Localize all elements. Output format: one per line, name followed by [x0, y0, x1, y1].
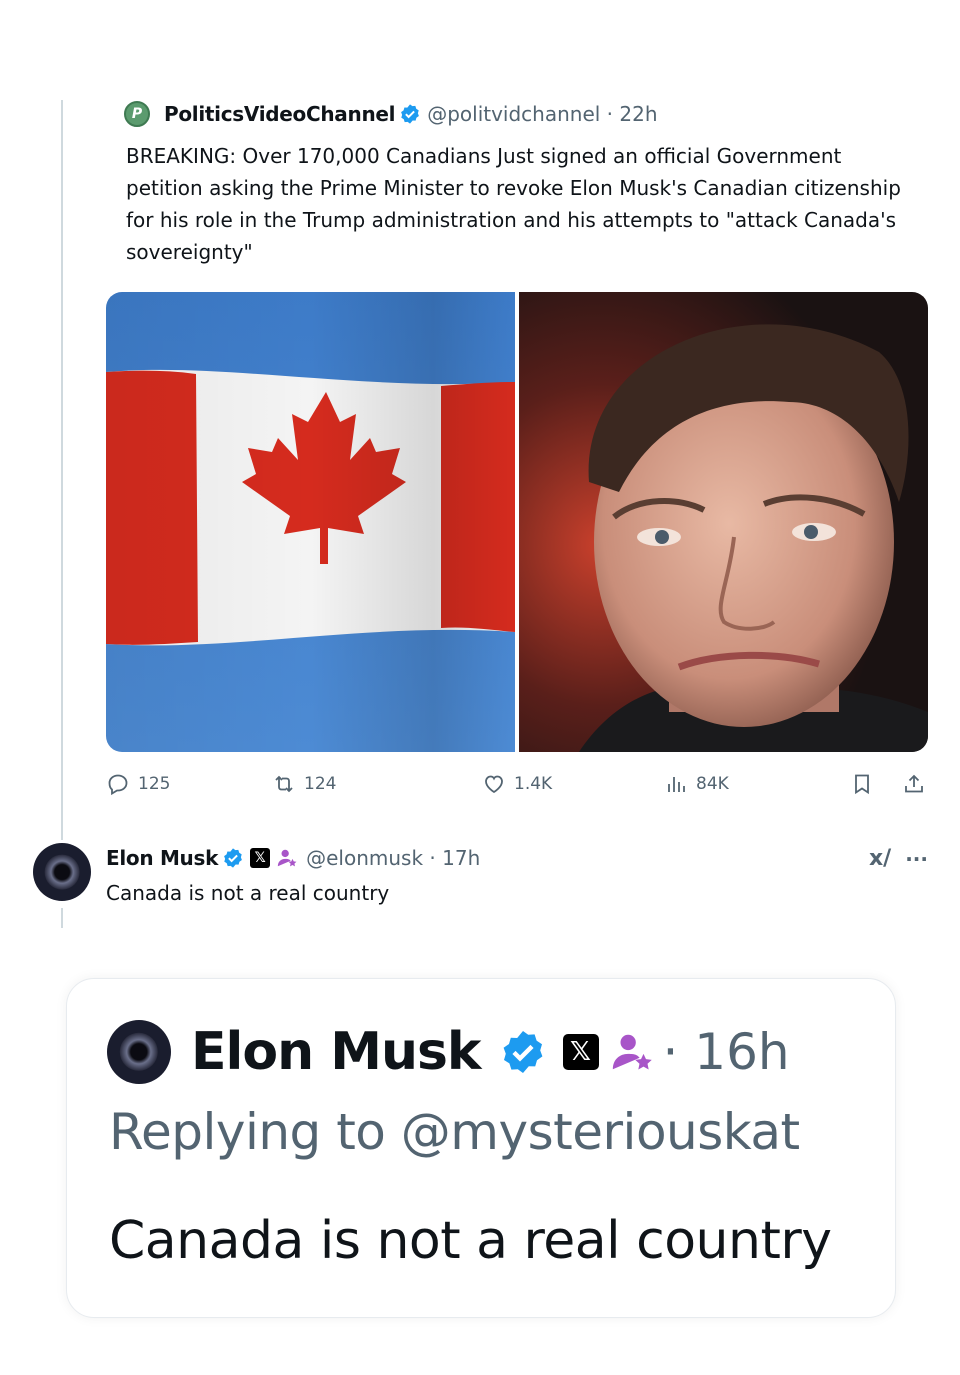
more-options-icon[interactable]: ···	[905, 847, 928, 871]
zoomed-reply-card: Elon Musk 𝕏 · 16h Replying to @mysteriou…	[66, 978, 896, 1318]
card-replying-to[interactable]: Replying to @mysteriouskat	[109, 1103, 800, 1161]
verified-badge-icon	[224, 848, 243, 868]
card-timestamp: · 16h	[662, 1023, 790, 1081]
card-text: Canada is not a real country	[109, 1211, 832, 1271]
like-icon	[485, 775, 503, 794]
reply-count: 125	[138, 774, 171, 794]
share-icon	[905, 774, 923, 793]
reply-author-name[interactable]: Elon Musk	[106, 846, 218, 870]
reply-header: Elon Musk 𝕏 @elonmusk · 17h	[106, 838, 928, 878]
views-count: 84K	[696, 774, 729, 794]
reply-handle-time[interactable]: @elonmusk · 17h	[306, 846, 480, 870]
verified-badge-icon	[503, 1031, 542, 1073]
card-author-avatar[interactable]	[107, 1020, 171, 1084]
elon-musk-portrait-image[interactable]	[519, 292, 928, 752]
thread-connector	[61, 100, 63, 840]
share-button[interactable]	[902, 772, 926, 796]
reply-post[interactable]: Elon Musk 𝕏 @elonmusk · 17h Canada is no…	[106, 838, 928, 908]
reply-author-avatar[interactable]	[33, 843, 91, 901]
post-text: BREAKING: Over 170,000 Canadians Just si…	[126, 144, 901, 264]
avatar-letter: P	[131, 106, 143, 122]
original-post[interactable]: P PoliticsVideoChannel @politvidchannel …	[106, 96, 928, 268]
post-media[interactable]	[106, 292, 928, 752]
author-name[interactable]: PoliticsVideoChannel	[164, 102, 396, 126]
post-header: P PoliticsVideoChannel @politvidchannel …	[106, 96, 928, 132]
views-action[interactable]: 84K	[664, 772, 729, 796]
canada-flag-image[interactable]	[106, 292, 515, 752]
grok-icon[interactable]: x/	[869, 846, 891, 871]
avatar-graphic	[119, 1032, 159, 1072]
author-avatar[interactable]: P	[124, 101, 150, 127]
verified-badge-icon	[401, 104, 420, 124]
reply-icon	[108, 774, 128, 796]
post-action-bar: 125 124 1.4K 84K	[106, 772, 928, 808]
repost-action[interactable]: 124	[272, 772, 336, 796]
author-handle-time[interactable]: @politvidchannel · 22h	[427, 102, 657, 126]
card-author-name[interactable]: Elon Musk	[191, 1022, 481, 1082]
affiliate-person-icon	[612, 1034, 652, 1070]
reply-tools: x/ ···	[869, 846, 928, 871]
bookmark-icon	[855, 774, 869, 795]
x-affiliate-badge-icon: 𝕏	[250, 848, 271, 868]
bookmark-button[interactable]	[850, 772, 874, 796]
like-action[interactable]: 1.4K	[482, 772, 552, 796]
affiliate-person-icon	[277, 849, 297, 867]
avatar-graphic	[44, 854, 80, 890]
thread-connector-lower	[61, 908, 63, 928]
reply-text: Canada is not a real country	[106, 881, 390, 905]
x-affiliate-badge-icon: 𝕏	[562, 1034, 599, 1070]
repost-count: 124	[304, 774, 337, 794]
repost-icon	[275, 775, 293, 793]
card-header: Elon Musk 𝕏 · 16h	[107, 1017, 790, 1087]
like-count: 1.4K	[514, 774, 553, 794]
reply-action[interactable]: 125	[106, 772, 170, 796]
views-icon	[668, 777, 685, 792]
